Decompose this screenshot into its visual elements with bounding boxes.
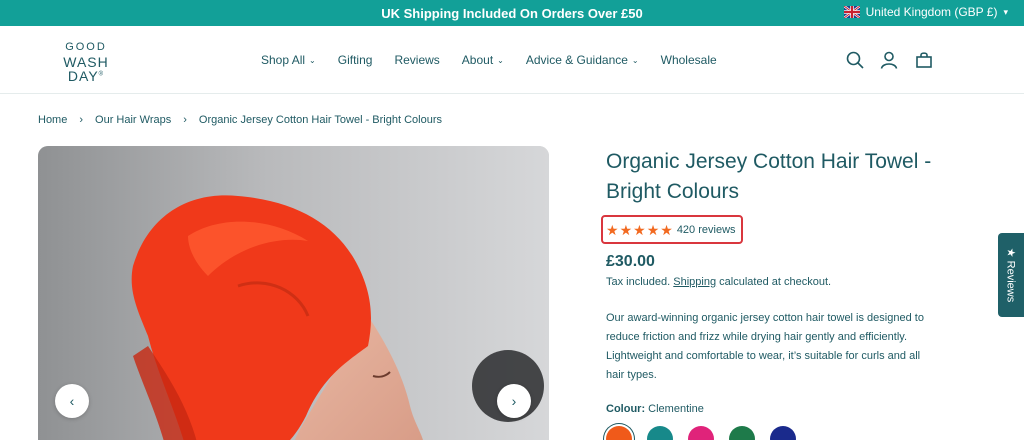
reviews-side-tab[interactable]: ★ Reviews: [998, 233, 1024, 317]
breadcrumb-current: Organic Jersey Cotton Hair Towel - Brigh…: [198, 114, 443, 126]
star-icon: ★: [606, 221, 619, 238]
colour-swatch[interactable]: [688, 426, 714, 440]
colour-swatch[interactable]: [647, 426, 673, 440]
nav-advice-guidance[interactable]: Advice & Guidance ⌄: [526, 53, 639, 67]
product-title: Organic Jersey Cotton Hair Towel - Brigh…: [606, 150, 932, 203]
colour-label: Colour:: [606, 403, 646, 415]
logo-registered-mark: ®: [98, 71, 105, 78]
locale-selector[interactable]: United Kingdom (GBP £) ▾: [843, 5, 1008, 19]
account-icon[interactable]: [879, 50, 899, 70]
nav-label: Wholesale: [660, 53, 717, 67]
star-icon: ★: [633, 221, 646, 238]
star-icon: ★: [619, 221, 633, 238]
breadcrumb: Home › Our Hair Wraps › Organic Jersey C…: [38, 114, 442, 126]
nav-about[interactable]: About ⌄: [462, 53, 504, 67]
nav-label: Advice & Guidance: [525, 53, 628, 67]
review-count-link[interactable]: 420 reviews: [677, 224, 736, 236]
colour-swatch[interactable]: [770, 426, 796, 440]
nav-gifting[interactable]: Gifting: [338, 53, 373, 67]
logo-bottom-word: WASH DAY: [63, 54, 109, 84]
nav-label: About: [461, 53, 494, 67]
prev-image-button[interactable]: ‹: [55, 384, 89, 418]
nav-label: Shop All: [261, 53, 306, 67]
cart-icon[interactable]: [914, 50, 934, 70]
site-logo[interactable]: GOOD WASH DAY®: [48, 41, 124, 84]
logo-top-text: GOOD: [65, 41, 107, 53]
main-nav: Shop All ⌄ Gifting Reviews About ⌄ Advice …: [261, 53, 739, 67]
chevron-left-icon: ‹: [69, 393, 75, 409]
next-image-button[interactable]: ›: [497, 384, 531, 418]
product-price: £30.00: [606, 253, 655, 270]
tax-note: Tax included. Shipping calculated at che…: [606, 276, 831, 288]
tax-prefix: Tax included.: [606, 276, 671, 288]
nav-shop-all[interactable]: Shop All ⌄: [261, 53, 316, 67]
reviews-tab-label: ★ Reviews: [1004, 247, 1017, 303]
colour-swatches: [606, 426, 811, 440]
nav-wholesale[interactable]: Wholesale: [661, 53, 717, 67]
colour-swatch[interactable]: [729, 426, 755, 440]
breadcrumb-home[interactable]: Home: [38, 114, 67, 126]
star-rating: ★ ★ ★ ★ ★: [606, 223, 674, 237]
star-icon: ★: [660, 221, 673, 238]
tax-suffix: calculated at checkout.: [719, 276, 832, 288]
shipping-link[interactable]: Shipping: [673, 276, 716, 288]
announcement-bar: UK Shipping Included On Orders Over £50 …: [0, 0, 1024, 26]
product-description: Our award-winning organic jersey cotton …: [606, 312, 924, 381]
uk-flag-icon: [843, 6, 860, 18]
colour-value: Clementine: [648, 403, 704, 415]
colour-selector-label: Colour: Clementine: [606, 403, 704, 415]
chevron-right-icon: ›: [79, 114, 84, 126]
chevron-down-icon: ▾: [1003, 6, 1008, 17]
chevron-right-icon: ›: [183, 114, 187, 126]
chevron-down-icon: ⌄: [497, 55, 504, 65]
site-header: GOOD WASH DAY® Shop All ⌄ Gifting Reviews…: [0, 26, 1024, 94]
star-icon: ★: [646, 221, 660, 238]
chevron-right-icon: ›: [511, 393, 517, 409]
product-image: ‹ ›: [38, 146, 549, 440]
colour-swatch[interactable]: [606, 426, 632, 440]
nav-label: Reviews: [394, 53, 440, 67]
breadcrumb-hair-wraps[interactable]: Our Hair Wraps: [95, 114, 171, 126]
product-photo: [38, 146, 549, 440]
nav-label: Gifting: [337, 53, 373, 67]
search-icon[interactable]: [845, 50, 865, 70]
locale-label: United Kingdom (GBP £): [865, 5, 998, 19]
product-rating[interactable]: ★ ★ ★ ★ ★ 420 reviews: [601, 215, 743, 244]
logo-bottom-text: WASH DAY®: [48, 55, 124, 83]
chevron-down-icon: ⌄: [309, 55, 316, 65]
nav-reviews[interactable]: Reviews: [394, 53, 439, 67]
chevron-down-icon: ⌄: [631, 55, 639, 65]
